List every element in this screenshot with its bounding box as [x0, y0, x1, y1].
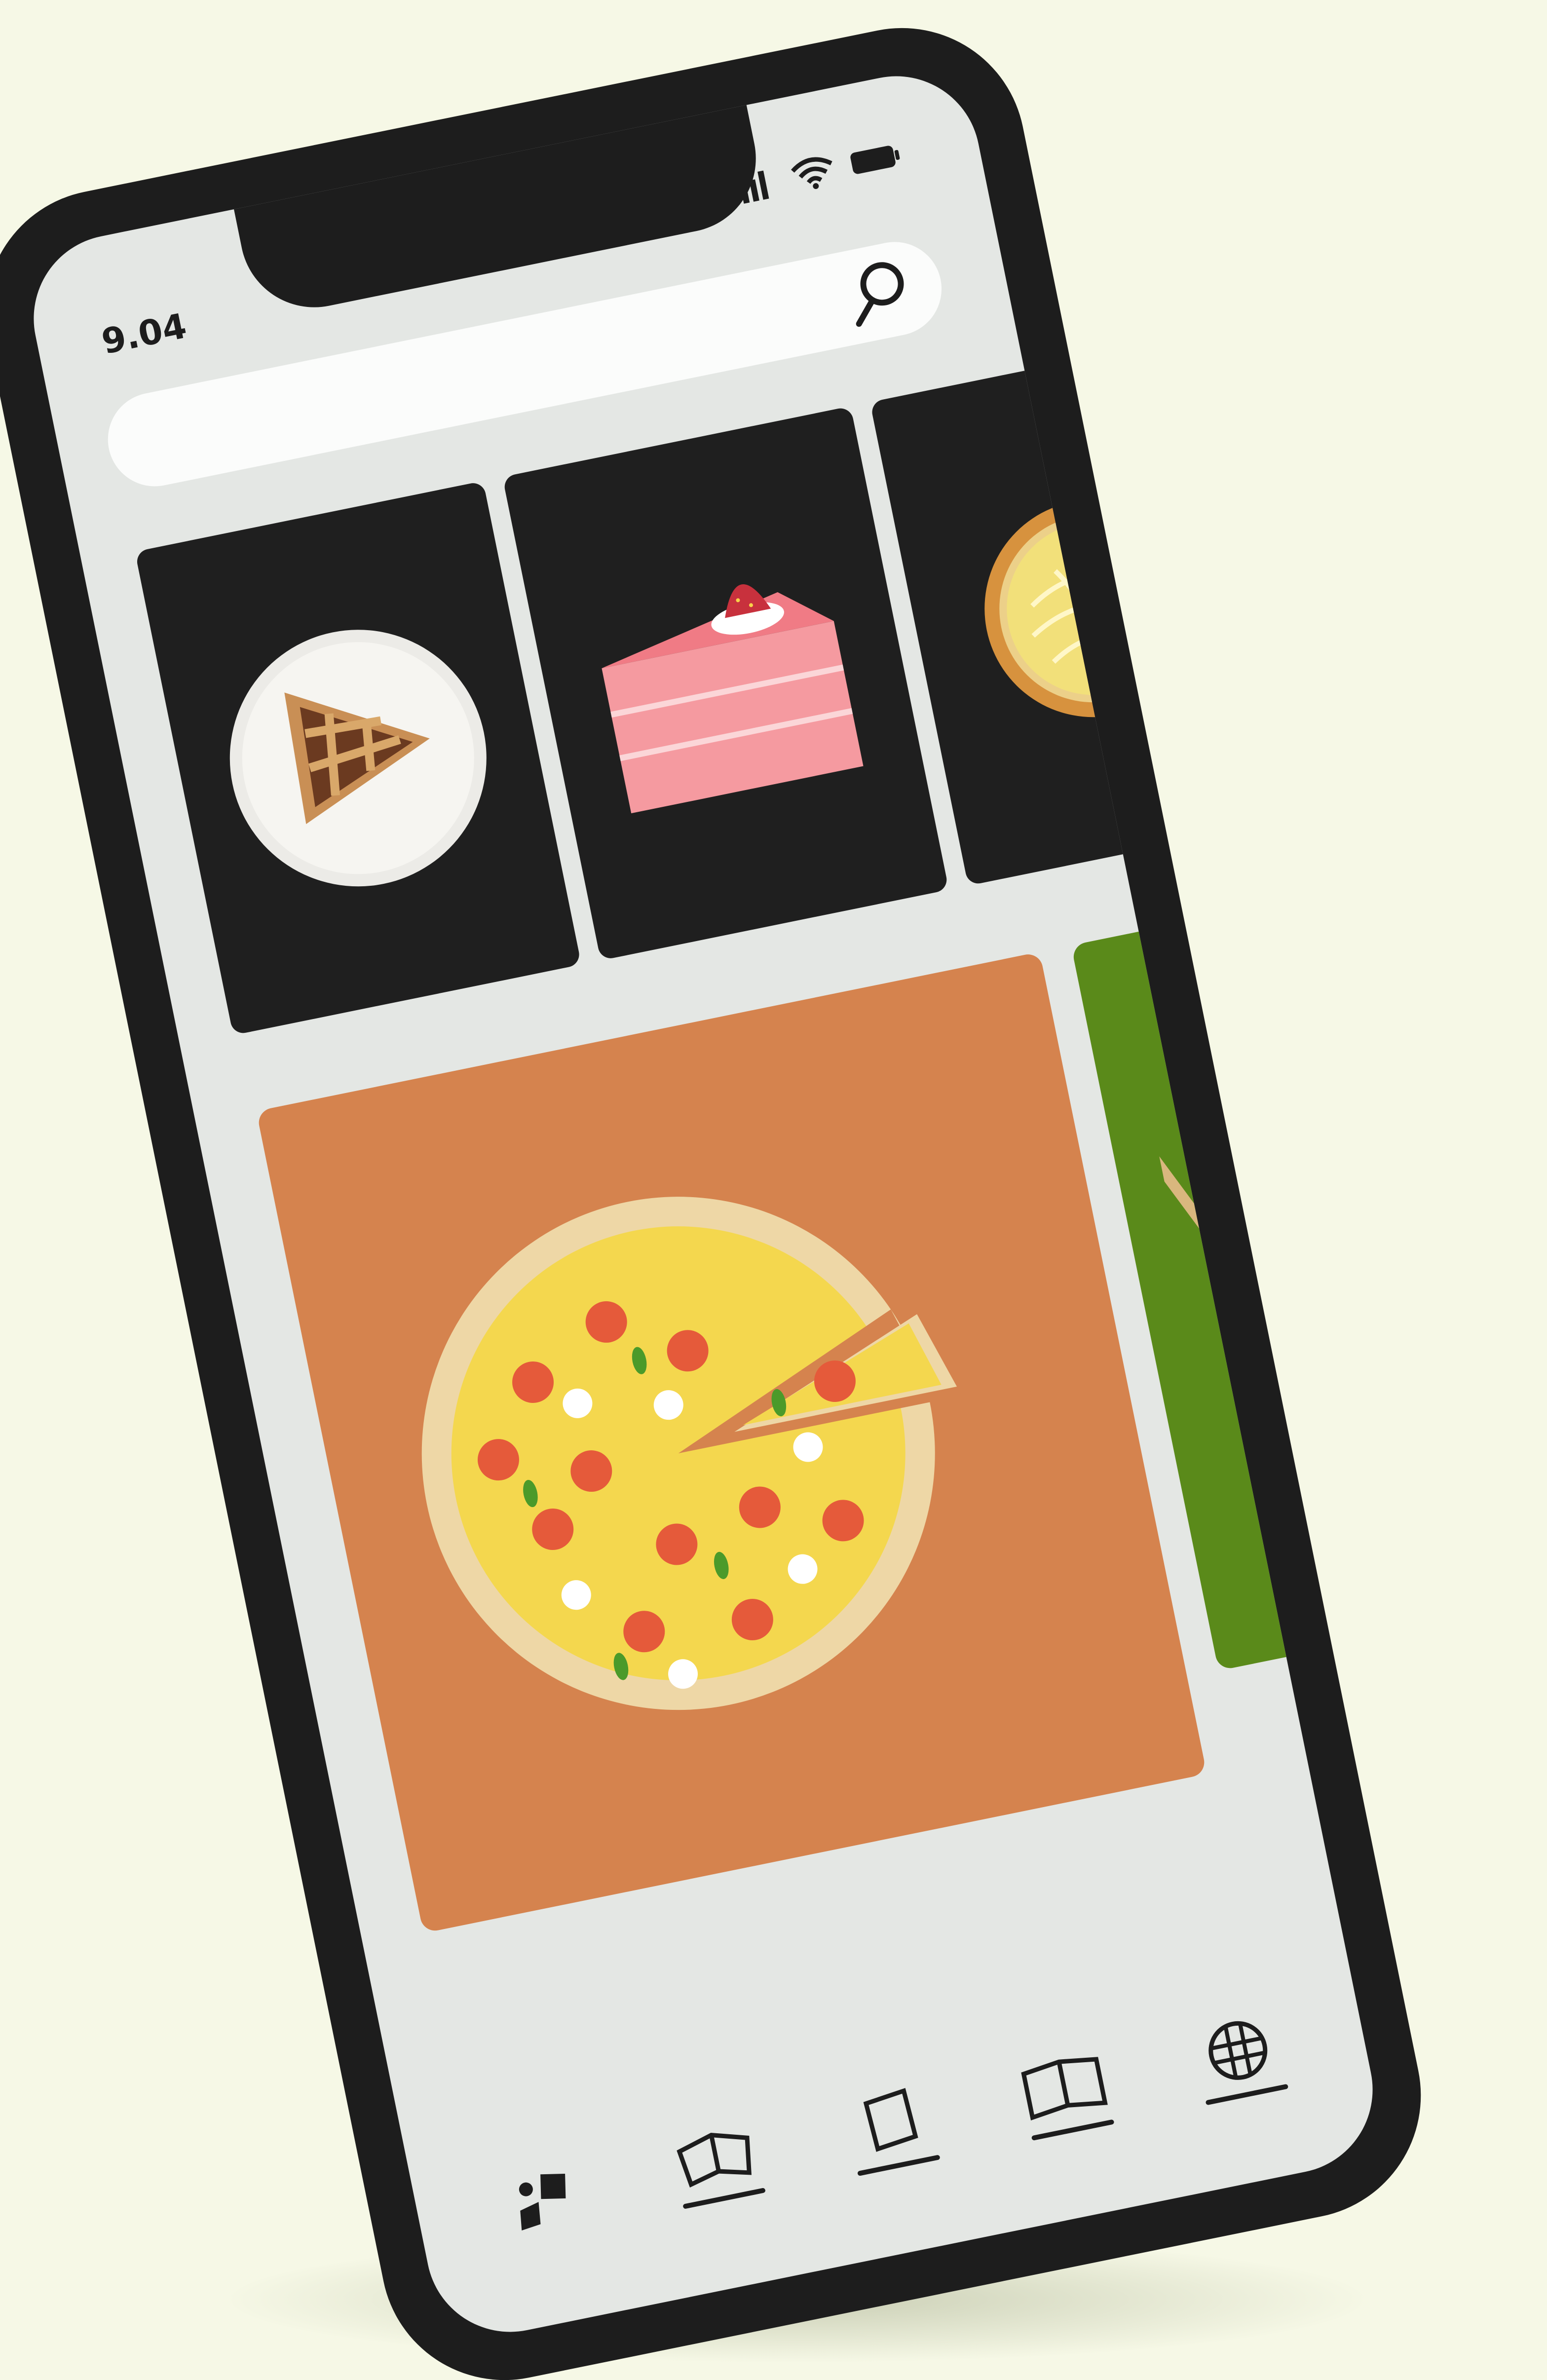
search-button[interactable] [837, 252, 918, 333]
category-card-cake[interactable] [502, 406, 949, 961]
phone-screen: 9.04 [18, 61, 1388, 2347]
open-book-icon [677, 2133, 752, 2188]
status-time: 9.04 [98, 305, 190, 362]
tart-image [984, 500, 1202, 718]
category-card-pie[interactable] [135, 481, 582, 1035]
dots-icon [519, 2173, 566, 2231]
battery-icon [850, 146, 900, 174]
featured-card-pizza[interactable] [256, 951, 1207, 1933]
tab-bar [475, 1985, 1307, 2270]
phone-frame: 9.04 [0, 6, 1443, 2380]
tab-home[interactable] [476, 2132, 610, 2266]
ice-cream-image [1152, 1133, 1388, 1416]
search-icon [856, 262, 904, 327]
tab-explore[interactable] [1172, 1990, 1306, 2123]
tab-menu[interactable] [650, 2096, 784, 2230]
category-card-tart[interactable] [869, 331, 1317, 886]
globe-icon [1208, 2021, 1268, 2080]
cake-image [602, 584, 864, 814]
wifi-icon [791, 157, 832, 189]
note-icon [863, 2088, 918, 2152]
book-icon [1021, 2057, 1108, 2121]
stage: 9.04 [0, 0, 1547, 2380]
tab-library[interactable] [998, 2025, 1132, 2159]
pizza-image [421, 1197, 957, 1710]
pie-slice-image [229, 630, 487, 887]
tab-notes[interactable] [824, 2061, 958, 2194]
